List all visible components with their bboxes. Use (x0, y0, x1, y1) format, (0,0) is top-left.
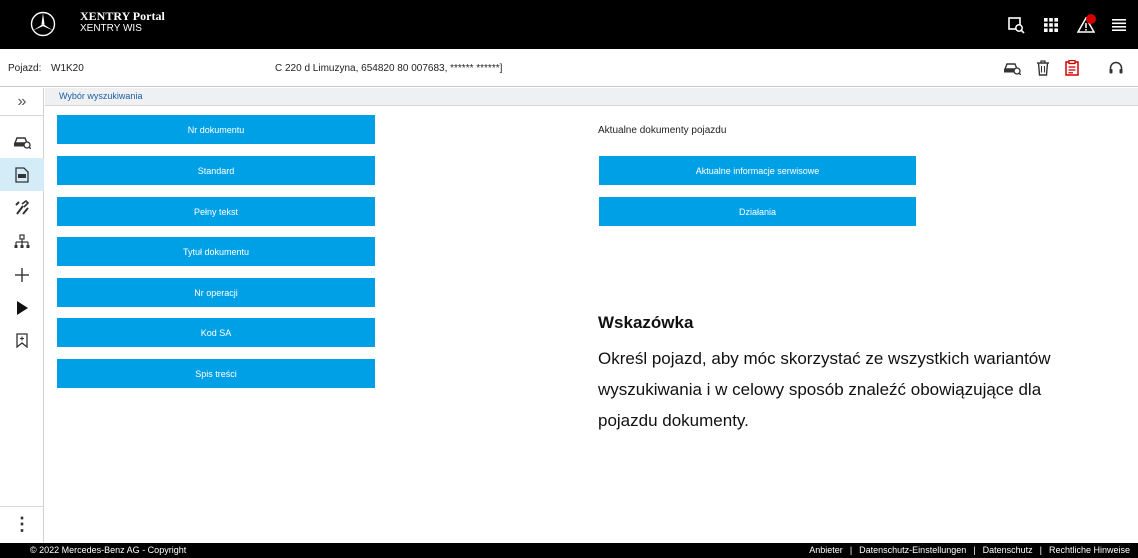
app-window: XENTRY Portal XENTRY WIS Pojazd: W1K20 C… (0, 0, 1138, 558)
search-full-text-button[interactable]: Pełny tekst (57, 197, 375, 226)
search-standard-button[interactable]: Standard (57, 156, 375, 185)
footer-separator: | (1039, 545, 1042, 555)
brand: XENTRY Portal XENTRY WIS (80, 10, 165, 34)
copyright: © 2022 Mercedes-Benz AG - Copyright (30, 545, 187, 555)
sidebar-more-button[interactable]: ⋮ (0, 506, 44, 542)
vehicle-bar: Pojazd: W1K20 C 220 d Limuzyna, 654820 8… (0, 49, 1138, 87)
sidebar-collapse-button[interactable]: » (0, 88, 44, 116)
sidebar-item-vehicle[interactable] (0, 125, 44, 158)
footer-separator: | (973, 545, 976, 555)
document-icon[interactable] (1062, 58, 1082, 78)
plus-icon (15, 267, 29, 282)
sidebar-item-bookmark[interactable] (0, 324, 44, 357)
search-operation-number-button[interactable]: Nr operacji (57, 278, 375, 307)
vehicle-label: Pojazd: (8, 63, 42, 74)
trash-icon[interactable] (1033, 58, 1053, 78)
wis-document-icon (15, 166, 29, 183)
vehicle-search-icon[interactable] (1002, 58, 1022, 78)
footer-link-privacy[interactable]: Datenschutz (983, 545, 1033, 555)
footer-separator: | (849, 545, 853, 555)
mercedes-star-icon[interactable] (30, 11, 56, 37)
structure-icon (14, 233, 30, 248)
search-document-title-button[interactable]: Tytuł dokumentu (57, 237, 375, 266)
actions-button[interactable]: Działania (599, 197, 916, 226)
sidebar-item-add[interactable] (0, 258, 44, 291)
sidebar: » ⋮ (0, 88, 44, 543)
vehicle-description: C 220 d Limuzyna, 654820 80 007683, ****… (275, 63, 503, 74)
top-header: XENTRY Portal XENTRY WIS (0, 0, 1138, 49)
footer: © 2022 Mercedes-Benz AG - Copyright Anbi… (0, 543, 1138, 558)
breadcrumb[interactable]: Wybór wyszukiwania (59, 91, 142, 101)
sidebar-item-play[interactable] (0, 291, 44, 324)
search-table-of-contents-button[interactable]: Spis treści (57, 359, 375, 388)
footer-links: Anbieter | Datenschutz-Einstellungen | D… (809, 545, 1130, 555)
apps-grid-icon[interactable] (1040, 14, 1062, 36)
current-service-info-button[interactable]: Aktualne informacje serwisowe (599, 156, 916, 185)
search-by-document-number-button[interactable]: Nr dokumentu (57, 115, 375, 144)
vehicle-id: W1K20 (51, 63, 84, 74)
footer-link-legal[interactable]: Rechtliche Hinweise (1049, 545, 1130, 555)
breadcrumb-bar: Wybór wyszukiwania (45, 88, 1138, 106)
portal-screen-icon[interactable] (1005, 14, 1027, 36)
bookmark-icon (16, 333, 28, 348)
menu-icon[interactable] (1108, 14, 1130, 36)
headset-icon[interactable] (1106, 58, 1126, 78)
app-title: XENTRY Portal (80, 9, 165, 23)
tools-icon (15, 199, 30, 215)
play-icon (17, 300, 28, 315)
alert-badge (1086, 14, 1096, 24)
sidebar-item-structure[interactable] (0, 225, 44, 258)
current-documents-title: Aktualne dokumenty pojazdu (598, 125, 727, 136)
sidebar-item-tools[interactable] (0, 191, 44, 224)
search-sa-code-button[interactable]: Kod SA (57, 318, 375, 347)
app-subtitle: XENTRY WIS (80, 23, 142, 34)
footer-link-provider[interactable]: Anbieter (809, 545, 843, 555)
footer-link-privacy-settings[interactable]: Datenschutz-Einstellungen (859, 545, 966, 555)
hint-text: Określ pojazd, aby móc skorzystać ze wsz… (598, 349, 1051, 430)
vehicle-icon (13, 136, 31, 149)
sidebar-item-wis[interactable] (0, 158, 44, 191)
hint-title: Wskazówka (598, 313, 694, 332)
